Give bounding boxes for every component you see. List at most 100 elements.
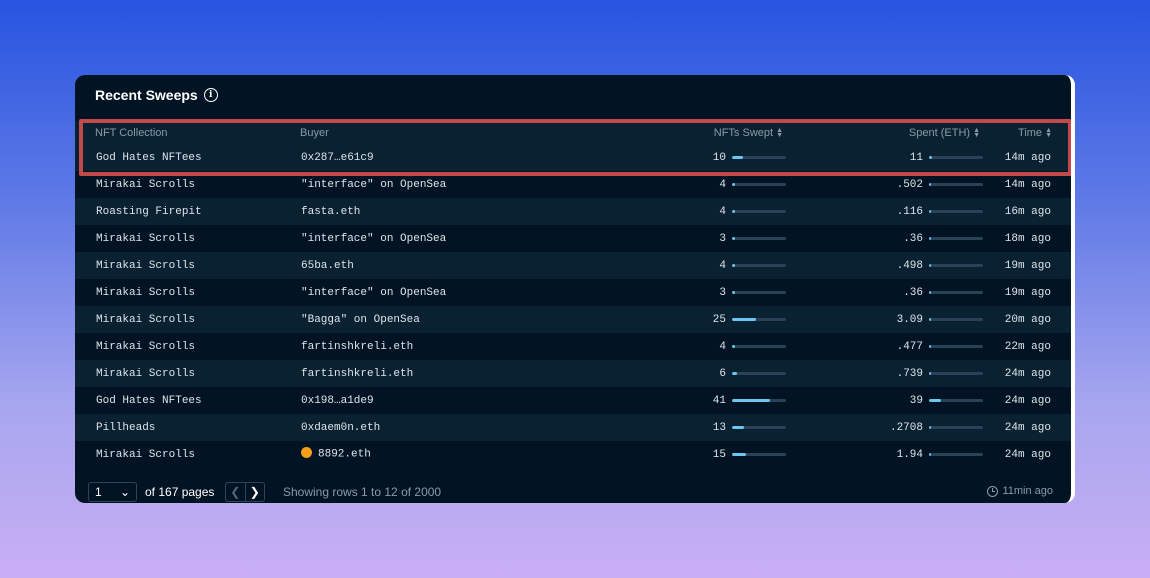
info-icon[interactable]: i (203, 88, 218, 102)
cell-collection[interactable]: Mirakai Scrolls (96, 233, 195, 245)
next-page-button[interactable]: ❯ (246, 483, 265, 501)
rows-showing-text: Showing rows 1 to 12 of 2000 (283, 485, 442, 499)
nfts-bar (732, 399, 786, 402)
cell-buyer-text: "interface" on OpenSea (301, 178, 447, 191)
header-nft-collection: NFT Collection (95, 126, 168, 139)
header-nfts-swept[interactable]: NFTs Swept ▲ ▼ (714, 127, 783, 139)
table-row[interactable]: Mirakai Scrolls "interface" on OpenSea 4… (75, 171, 1071, 198)
table-row[interactable]: Mirakai Scrolls "interface" on OpenSea 3… (75, 279, 1071, 306)
cell-buyer-text: 0x198…a1de9 (301, 394, 374, 407)
sort-icon[interactable]: ▲ ▼ (776, 127, 783, 139)
table-row[interactable]: Mirakai Scrolls "Bagga" on OpenSea 25 3.… (75, 306, 1071, 333)
spent-bar (929, 156, 983, 159)
nfts-bar (732, 453, 786, 456)
nfts-bar (732, 372, 786, 375)
cell-spent: .116 (897, 206, 983, 218)
nfts-bar (732, 345, 786, 348)
cell-nfts-value: 4 (719, 178, 726, 191)
header-time[interactable]: Time ▲ ▼ (1018, 127, 1052, 139)
nfts-bar (732, 426, 786, 429)
sort-icon[interactable]: ▲ ▼ (973, 127, 980, 139)
cell-collection[interactable]: Mirakai Scrolls (96, 341, 195, 353)
cell-nfts-swept: 15 (713, 449, 786, 461)
sort-icon[interactable]: ▲ ▼ (1045, 127, 1052, 139)
cell-spent: .36 (903, 287, 983, 299)
cell-spent-value: .2708 (889, 421, 923, 434)
card-title-text: Recent Sweeps (95, 87, 198, 103)
nfts-bar (732, 237, 786, 240)
cell-nfts-value: 10 (712, 151, 726, 164)
cell-buyer-text: "interface" on OpenSea (301, 232, 447, 245)
nfts-bar (732, 318, 786, 321)
cell-spent-value: .116 (896, 205, 923, 218)
nfts-bar-fill (732, 372, 738, 375)
cell-collection[interactable]: Mirakai Scrolls (96, 179, 195, 191)
cell-collection[interactable]: Pillheads (96, 422, 155, 434)
cell-nfts-value: 25 (712, 313, 726, 326)
cell-collection[interactable]: Mirakai Scrolls (96, 314, 195, 326)
cell-buyer[interactable]: 0xdaem0n.eth (301, 422, 380, 434)
cell-spent-value: 1.94 (896, 448, 923, 461)
cell-buyer[interactable]: 65ba.eth (301, 260, 354, 272)
table-row[interactable]: Mirakai Scrolls 8892.eth 15 1.94 24m ago (75, 441, 1071, 468)
nfts-bar-fill (732, 264, 736, 267)
cell-buyer[interactable]: "interface" on OpenSea (301, 233, 446, 245)
last-updated: 11min ago (987, 485, 1053, 497)
cell-buyer-text: fartinshkreli.eth (301, 340, 414, 353)
spent-bar (929, 426, 983, 429)
cell-spent-value: .36 (903, 286, 923, 299)
cell-buyer[interactable]: 0x198…a1de9 (301, 395, 374, 407)
cell-collection[interactable]: Mirakai Scrolls (96, 287, 195, 299)
cell-buyer[interactable]: "Bagga" on OpenSea (301, 314, 420, 326)
cell-spent: 1.94 (897, 449, 983, 461)
cell-spent-value: 3.09 (896, 313, 923, 326)
cell-buyer[interactable]: "interface" on OpenSea (301, 287, 446, 299)
table-row[interactable]: God Hates NFTees 0x287…e61c9 10 11 14m a… (75, 144, 1071, 171)
cell-buyer[interactable]: 8892.eth (301, 447, 371, 461)
cell-buyer[interactable]: "interface" on OpenSea (301, 179, 446, 191)
table-row[interactable]: Mirakai Scrolls 65ba.eth 4 .498 19m ago (75, 252, 1071, 279)
cell-spent: .498 (897, 260, 983, 272)
cell-buyer[interactable]: 0x287…e61c9 (301, 152, 374, 164)
cell-nfts-value: 3 (719, 232, 726, 245)
nfts-bar-fill (732, 399, 770, 402)
header-spent-label: Spent (ETH) (908, 126, 971, 139)
cell-buyer[interactable]: fartinshkreli.eth (301, 368, 413, 380)
spent-bar-fill (929, 291, 932, 294)
header-spent-eth[interactable]: Spent (ETH) ▲ ▼ (909, 127, 980, 139)
nfts-bar-fill (732, 426, 745, 429)
cell-collection[interactable]: Mirakai Scrolls (96, 368, 195, 380)
nfts-bar-fill (732, 156, 743, 159)
cell-collection[interactable]: Roasting Firepit (96, 206, 202, 218)
cell-spent-value: .477 (896, 340, 923, 353)
table-row[interactable]: God Hates NFTees 0x198…a1de9 41 39 24m a… (75, 387, 1071, 414)
sweeps-table: NFT Collection Buyer NFTs Swept ▲ ▼ Spent… (75, 121, 1071, 468)
cell-buyer-text: fartinshkreli.eth (301, 367, 414, 380)
cell-nfts-value: 4 (719, 205, 726, 218)
table-row[interactable]: Mirakai Scrolls fartinshkreli.eth 4 .477… (75, 333, 1071, 360)
cell-collection[interactable]: Mirakai Scrolls (96, 260, 195, 272)
table-row[interactable]: Pillheads 0xdaem0n.eth 13 .2708 24m ago (75, 414, 1071, 441)
cell-collection[interactable]: God Hates NFTees (96, 395, 202, 407)
cell-nfts-swept: 10 (713, 152, 786, 164)
cell-collection[interactable]: Mirakai Scrolls (96, 449, 195, 461)
cell-time: 24m ago (1004, 367, 1051, 380)
cell-buyer[interactable]: fartinshkreli.eth (301, 341, 413, 353)
table-row[interactable]: Mirakai Scrolls "interface" on OpenSea 3… (75, 225, 1071, 252)
cell-nfts-value: 13 (712, 421, 726, 434)
page-select[interactable]: 1 ⌄ (88, 482, 137, 502)
table-row[interactable]: Mirakai Scrolls fartinshkreli.eth 6 .739… (75, 360, 1071, 387)
cell-collection[interactable]: God Hates NFTees (96, 152, 202, 164)
spent-bar (929, 372, 983, 375)
spent-bar-fill (929, 399, 941, 402)
cell-buyer-text: fasta.eth (301, 205, 361, 218)
cell-time: 24m ago (1004, 448, 1051, 461)
previous-page-button[interactable]: ❮ (226, 483, 246, 501)
cell-time: 19m ago (1004, 286, 1051, 299)
table-row[interactable]: Roasting Firepit fasta.eth 4 .116 16m ag… (75, 198, 1071, 225)
nfts-bar-fill (732, 345, 736, 348)
cell-spent: .502 (897, 179, 983, 191)
cell-time: 24m ago (1004, 394, 1051, 407)
header-nfts-swept-label: NFTs Swept (713, 126, 774, 139)
cell-buyer[interactable]: fasta.eth (301, 206, 360, 218)
